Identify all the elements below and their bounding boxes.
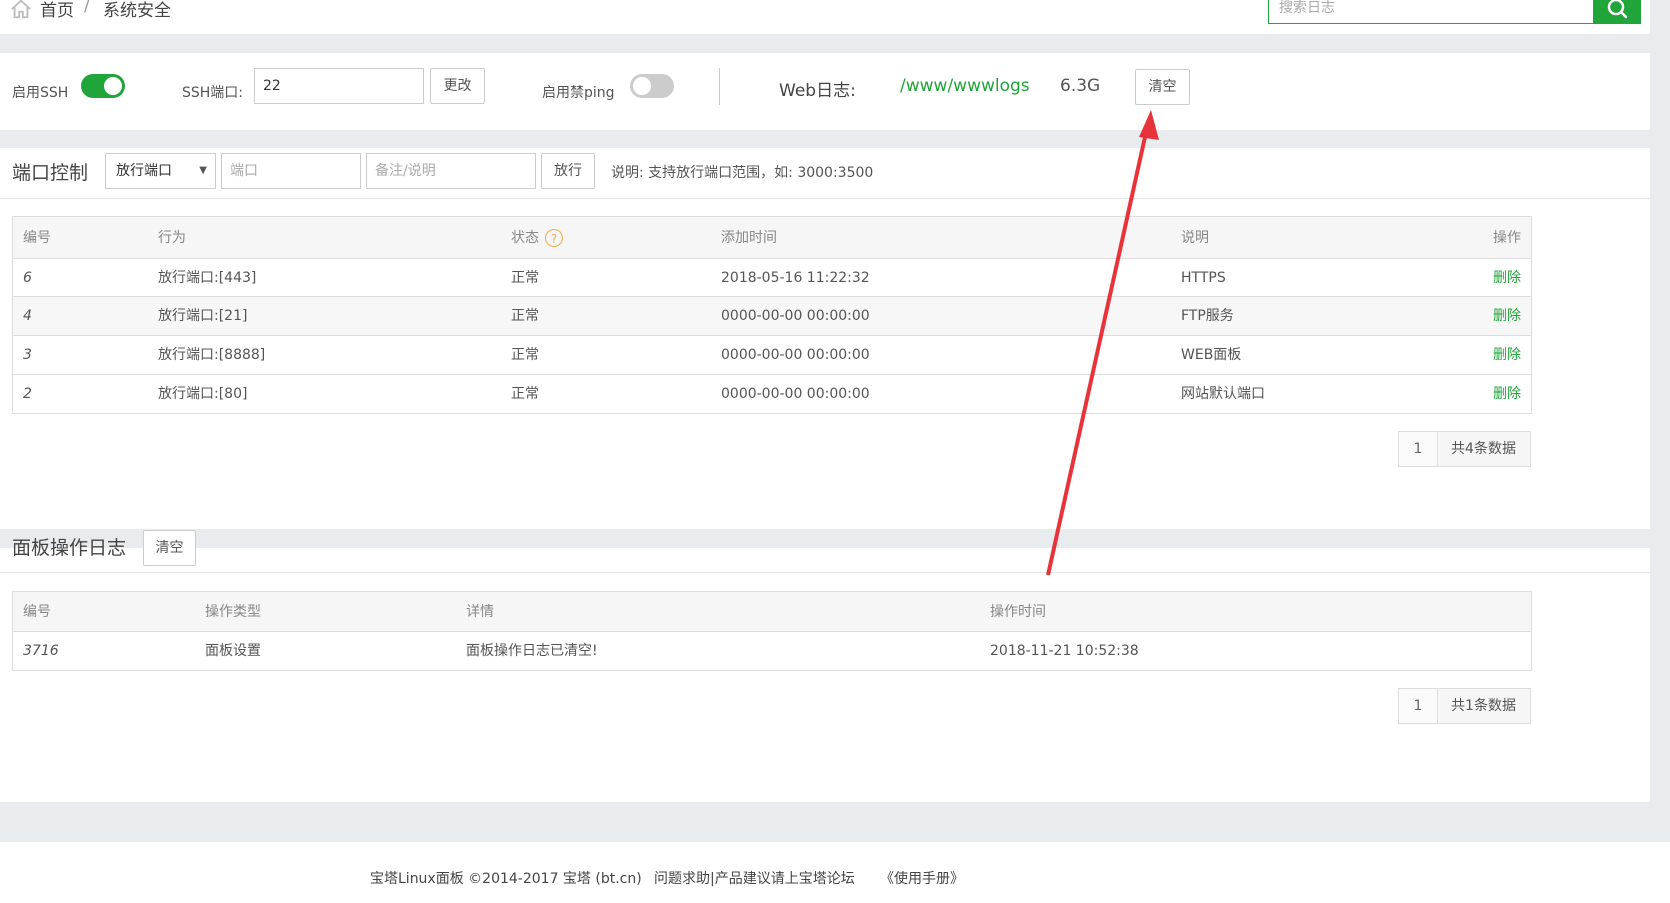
panel-log-title: 面板操作日志 xyxy=(12,537,127,559)
row-note: WEB面板 xyxy=(1181,347,1242,363)
row-action: 放行端口:[80] xyxy=(158,386,248,402)
column-header: 行为 xyxy=(158,230,186,246)
row-note: HTTPS xyxy=(1181,270,1226,286)
ssh-enable-label: 启用SSH xyxy=(12,85,69,101)
search-button[interactable] xyxy=(1594,0,1641,24)
delete-link[interactable]: 删除 xyxy=(1493,297,1521,336)
search-icon xyxy=(1607,0,1628,19)
ssh-port-label: SSH端口: xyxy=(182,85,244,101)
table-row: 2 放行端口:[80] 正常 0000-00-00 00:00:00 网站默认端… xyxy=(13,375,1531,414)
divider xyxy=(719,68,720,105)
row-id: 4 xyxy=(23,308,32,324)
row-time: 0000-00-00 00:00:00 xyxy=(721,347,870,363)
row-time: 2018-05-16 11:22:32 xyxy=(721,270,870,286)
port-note-input[interactable] xyxy=(366,153,536,189)
row-action: 放行端口:[443] xyxy=(158,270,257,286)
search-box xyxy=(1268,0,1599,24)
footer-copyright: 宝塔Linux面板 ©2014-2017 宝塔 (bt.cn) xyxy=(370,871,642,887)
row-time: 2018-11-21 10:52:38 xyxy=(990,643,1139,659)
section-divider xyxy=(0,572,1650,573)
ping-label: 启用禁ping xyxy=(542,85,615,101)
page-total: 共1条数据 xyxy=(1451,698,1516,714)
table-row: 3716 面板设置 面板操作日志已清空! 2018-11-21 10:52:38 xyxy=(13,632,1531,670)
row-note: 网站默认端口 xyxy=(1181,386,1265,402)
port-action-select[interactable]: 放行端口 ▼ xyxy=(105,153,216,189)
delete-link[interactable]: 删除 xyxy=(1493,259,1521,297)
log-pager: 1 共1条数据 xyxy=(1398,688,1531,724)
clear-panel-log-button[interactable]: 清空 xyxy=(143,530,196,566)
breadcrumb-separator: / xyxy=(84,0,90,16)
table-row: 6 放行端口:[443] 正常 2018-05-16 11:22:32 HTTP… xyxy=(13,259,1531,297)
page-number[interactable]: 1 xyxy=(1399,689,1438,723)
row-status: 正常 xyxy=(511,347,539,363)
table-header: 编号 操作类型 详情 操作时间 xyxy=(13,592,1531,632)
section-divider xyxy=(0,198,1650,199)
column-header: 编号 xyxy=(23,230,51,246)
footer-manual-link[interactable]: 《使用手册》 xyxy=(880,868,964,888)
ssh-port-input[interactable] xyxy=(254,68,424,104)
row-id: 3716 xyxy=(23,643,59,659)
allow-port-button[interactable]: 放行 xyxy=(541,153,595,189)
column-header: 操作时间 xyxy=(990,604,1046,620)
row-action: 放行端口:[8888] xyxy=(158,347,266,363)
change-port-button[interactable]: 更改 xyxy=(430,68,485,104)
port-pager: 1 共4条数据 xyxy=(1398,431,1531,467)
chevron-down-icon: ▼ xyxy=(199,165,207,176)
row-note: FTP服务 xyxy=(1181,308,1234,324)
ssh-toggle[interactable] xyxy=(81,74,125,98)
row-action: 放行端口:[21] xyxy=(158,308,248,324)
row-id: 6 xyxy=(23,270,32,286)
ping-toggle[interactable] xyxy=(630,74,674,98)
footer-forum-link[interactable]: 问题求助|产品建议请上宝塔论坛 xyxy=(654,868,855,888)
panel-log-table: 编号 操作类型 详情 操作时间 3716 面板设置 面板操作日志已清空! 201… xyxy=(12,591,1532,671)
search-input[interactable] xyxy=(1269,0,1599,21)
delete-link[interactable]: 删除 xyxy=(1493,336,1521,375)
row-time: 0000-00-00 00:00:00 xyxy=(721,386,870,402)
table-header: 编号 行为 状态? 添加时间 说明 操作 xyxy=(13,217,1531,259)
column-header-status: 状态? xyxy=(511,217,563,259)
delete-link[interactable]: 删除 xyxy=(1493,375,1521,414)
column-header: 说明 xyxy=(1181,230,1209,246)
panel-log-panel xyxy=(0,548,1650,802)
clear-web-log-button[interactable]: 清空 xyxy=(1135,69,1190,105)
row-detail: 面板操作日志已清空! xyxy=(466,643,598,659)
breadcrumb-home[interactable]: 首页 xyxy=(40,0,74,21)
row-status: 正常 xyxy=(511,386,539,402)
web-log-size: 6.3G xyxy=(1060,76,1101,96)
page-total: 共4条数据 xyxy=(1451,441,1516,457)
column-header: 操作 xyxy=(1493,230,1521,246)
port-table: 编号 行为 状态? 添加时间 说明 操作 6 放行端口:[443] 正常 201… xyxy=(12,216,1532,414)
column-header: 详情 xyxy=(466,604,494,620)
column-header: 状态 xyxy=(511,230,539,246)
port-action-value: 放行端口 xyxy=(116,163,172,179)
port-input[interactable] xyxy=(221,153,361,189)
table-row: 4 放行端口:[21] 正常 0000-00-00 00:00:00 FTP服务… xyxy=(13,297,1531,336)
web-log-path[interactable]: /www/wwwlogs xyxy=(900,76,1030,96)
web-log-label: Web日志: xyxy=(779,81,856,101)
row-status: 正常 xyxy=(511,270,539,286)
table-row: 3 放行端口:[8888] 正常 0000-00-00 00:00:00 WEB… xyxy=(13,336,1531,375)
page-number[interactable]: 1 xyxy=(1399,432,1438,466)
row-type: 面板设置 xyxy=(205,643,261,659)
column-header: 操作类型 xyxy=(205,604,261,620)
row-id: 3 xyxy=(23,347,32,363)
row-id: 2 xyxy=(23,386,32,402)
row-status: 正常 xyxy=(511,308,539,324)
home-icon[interactable] xyxy=(10,0,32,20)
column-header: 添加时间 xyxy=(721,230,777,246)
port-range-hint: 说明: 支持放行端口范围，如: 3000:3500 xyxy=(611,165,874,181)
breadcrumb-current: 系统安全 xyxy=(103,1,171,21)
help-icon[interactable]: ? xyxy=(545,229,563,247)
column-header: 编号 xyxy=(23,604,51,620)
row-time: 0000-00-00 00:00:00 xyxy=(721,308,870,324)
port-control-title: 端口控制 xyxy=(12,162,89,184)
